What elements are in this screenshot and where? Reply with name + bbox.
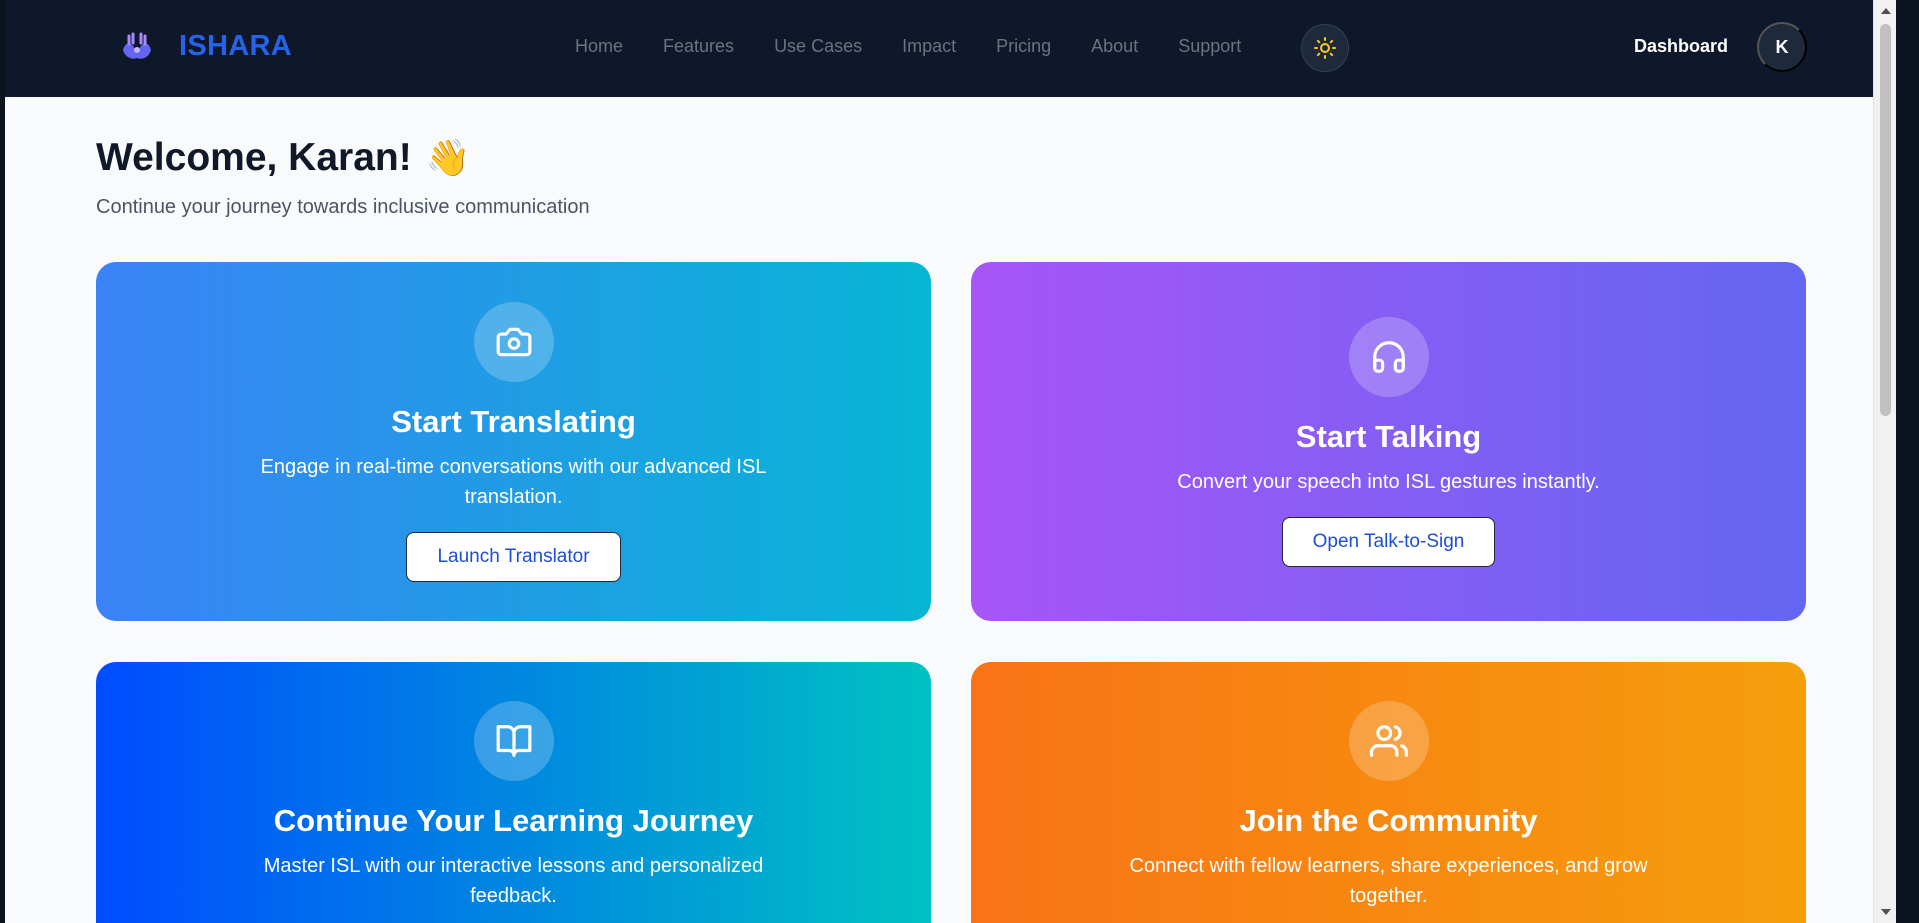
nav-link-pricing[interactable]: Pricing bbox=[996, 36, 1051, 57]
card-description: Connect with fellow learners, share expe… bbox=[1129, 855, 1648, 907]
launch-translator-button[interactable]: Launch Translator bbox=[406, 532, 621, 582]
card-description: Engage in real-time conversations with o… bbox=[260, 456, 767, 508]
open-talk-to-sign-button[interactable]: Open Talk-to-Sign bbox=[1281, 517, 1496, 567]
book-open-icon bbox=[496, 725, 531, 757]
sun-icon bbox=[1314, 37, 1336, 59]
card-description: Convert your speech into ISL gestures in… bbox=[1177, 471, 1600, 493]
card-icon-circle bbox=[1348, 317, 1429, 397]
brand-name: ISHARA bbox=[179, 29, 292, 62]
card-title: Join the Community bbox=[1239, 803, 1538, 838]
card-title: Continue Your Learning Journey bbox=[273, 803, 754, 838]
waving-hand-emoji: 👋 bbox=[425, 137, 471, 178]
dashboard-link[interactable]: Dashboard bbox=[1634, 36, 1728, 57]
user-avatar-button[interactable]: K bbox=[1757, 22, 1807, 72]
card-learning-journey: Continue Your Learning Journey Master IS… bbox=[96, 662, 931, 923]
page-scrollbar[interactable] bbox=[1873, 0, 1896, 923]
headphones-icon bbox=[1372, 341, 1405, 373]
card-icon-circle bbox=[473, 701, 554, 781]
card-description: Master ISL with our interactive lessons … bbox=[263, 855, 764, 907]
scroll-down-icon[interactable] bbox=[1881, 909, 1891, 915]
card-start-translating: Start Translating Engage in real-time co… bbox=[96, 262, 931, 621]
nav-link-impact[interactable]: Impact bbox=[902, 36, 956, 57]
welcome-heading: Welcome, Karan! 👋 bbox=[96, 136, 471, 180]
scroll-up-icon[interactable] bbox=[1881, 8, 1891, 14]
card-title: Start Translating bbox=[391, 404, 636, 439]
card-title: Start Talking bbox=[1295, 419, 1482, 454]
card-start-talking: Start Talking Convert your speech into I… bbox=[971, 262, 1806, 621]
brand-home-link[interactable]: ISHARA bbox=[119, 28, 292, 64]
users-icon bbox=[1369, 725, 1408, 757]
nav-link-features[interactable]: Features bbox=[663, 36, 734, 57]
welcome-text: Welcome, Karan! bbox=[96, 136, 412, 179]
nav-link-about[interactable]: About bbox=[1091, 36, 1138, 57]
app-window: ISHARA Home Features Use Cases Impact Pr… bbox=[5, 0, 1896, 923]
nav-link-use-cases[interactable]: Use Cases bbox=[774, 36, 862, 57]
hands-logo-icon bbox=[123, 32, 151, 59]
navbar: ISHARA Home Features Use Cases Impact Pr… bbox=[5, 0, 1896, 97]
card-join-community: Join the Community Connect with fellow l… bbox=[971, 662, 1806, 923]
scrollbar-thumb[interactable] bbox=[1880, 24, 1891, 416]
main-nav: Home Features Use Cases Impact Pricing A… bbox=[575, 36, 1281, 57]
nav-link-support[interactable]: Support bbox=[1178, 36, 1241, 57]
theme-toggle-button[interactable] bbox=[1301, 24, 1349, 72]
welcome-subtitle: Continue your journey towards inclusive … bbox=[96, 196, 590, 218]
card-icon-circle bbox=[1348, 701, 1429, 781]
camera-icon bbox=[496, 327, 531, 357]
nav-link-home[interactable]: Home bbox=[575, 36, 623, 57]
card-icon-circle bbox=[473, 302, 554, 382]
